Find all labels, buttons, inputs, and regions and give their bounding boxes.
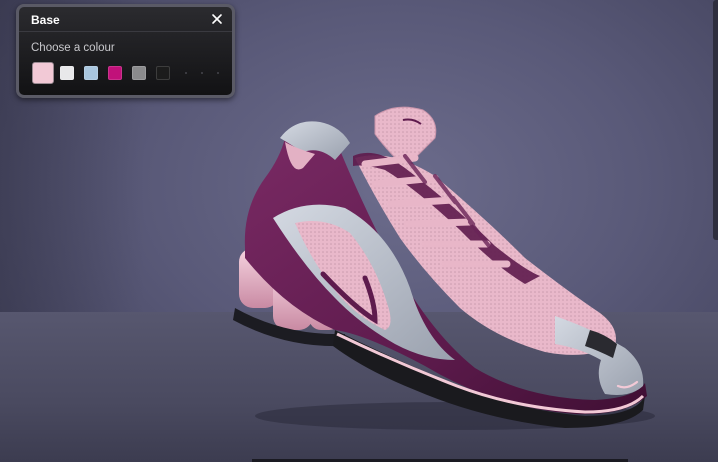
panel-title: Base <box>31 13 60 27</box>
swatch-placeholder-dots <box>185 72 219 74</box>
swatch-row <box>31 61 220 85</box>
choose-colour-label: Choose a colour <box>31 42 115 54</box>
close-button[interactable] <box>210 10 226 28</box>
panel-header: Base <box>19 7 232 32</box>
swatch-grey[interactable] <box>132 66 146 80</box>
close-icon <box>212 14 222 24</box>
swatch-white[interactable] <box>60 66 74 80</box>
shoe-preview[interactable] <box>225 98 665 433</box>
swatch-light-pink[interactable] <box>32 62 54 84</box>
colour-picker-panel: Base Choose a colour <box>16 4 235 98</box>
right-panel-handle[interactable] <box>713 0 718 240</box>
swatch-magenta[interactable] <box>108 66 122 80</box>
swatch-light-blue[interactable] <box>84 66 98 80</box>
swatch-black[interactable] <box>156 66 170 80</box>
